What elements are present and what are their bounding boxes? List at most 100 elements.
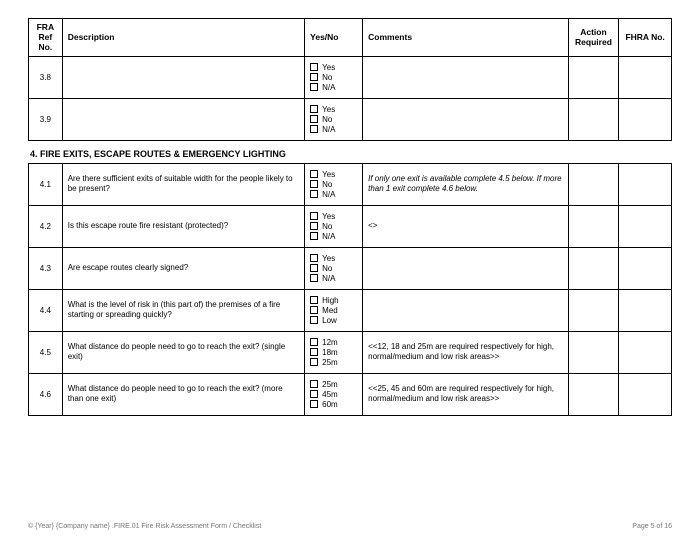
comments-cell[interactable] bbox=[363, 98, 569, 140]
checkbox-option[interactable]: N/A bbox=[310, 190, 357, 199]
fhra-cell[interactable] bbox=[619, 98, 672, 140]
checkbox-label: 12m bbox=[322, 338, 338, 347]
checkbox-option[interactable]: N/A bbox=[310, 232, 357, 241]
checkbox-icon bbox=[310, 212, 318, 220]
checkbox-option[interactable]: 60m bbox=[310, 400, 357, 409]
section4-title: 4. FIRE EXITS, ESCAPE ROUTES & EMERGENCY… bbox=[30, 149, 672, 159]
action-cell[interactable] bbox=[568, 205, 619, 247]
section4-table: 4.1Are there sufficient exits of suitabl… bbox=[28, 163, 672, 416]
checkbox-option[interactable]: Low bbox=[310, 316, 357, 325]
checkbox-option[interactable]: N/A bbox=[310, 125, 357, 134]
checkbox-icon bbox=[310, 380, 318, 388]
checkbox-option[interactable]: No bbox=[310, 264, 357, 273]
fhra-cell[interactable] bbox=[619, 163, 672, 205]
checkbox-label: High bbox=[322, 296, 338, 305]
options-cell: YesNoN/A bbox=[305, 205, 363, 247]
checkbox-option[interactable]: No bbox=[310, 73, 357, 82]
checkbox-option[interactable]: 25m bbox=[310, 358, 357, 367]
desc-cell bbox=[62, 56, 304, 98]
table-row: 3.9 YesNoN/A bbox=[29, 98, 672, 140]
fhra-cell[interactable] bbox=[619, 373, 672, 415]
checkbox-label: N/A bbox=[322, 232, 335, 241]
comments-cell[interactable]: <<12, 18 and 25m are required respective… bbox=[363, 331, 569, 373]
checkbox-icon bbox=[310, 306, 318, 314]
options-cell: 25m45m60m bbox=[305, 373, 363, 415]
fhra-cell[interactable] bbox=[619, 247, 672, 289]
checkbox-option[interactable]: 18m bbox=[310, 348, 357, 357]
action-cell[interactable] bbox=[568, 163, 619, 205]
checkbox-icon bbox=[310, 83, 318, 91]
options-cell: YesNoN/A bbox=[305, 247, 363, 289]
checkbox-option[interactable]: 45m bbox=[310, 390, 357, 399]
checkbox-option[interactable]: 12m bbox=[310, 338, 357, 347]
ref-cell: 4.3 bbox=[29, 247, 63, 289]
checkbox-option[interactable]: No bbox=[310, 180, 357, 189]
checkbox-icon bbox=[310, 105, 318, 113]
checkbox-icon bbox=[310, 115, 318, 123]
fhra-cell[interactable] bbox=[619, 289, 672, 331]
checkbox-icon bbox=[310, 390, 318, 398]
footer-right: Page 5 of 16 bbox=[632, 523, 672, 530]
action-cell[interactable] bbox=[568, 373, 619, 415]
checkbox-label: 60m bbox=[322, 400, 338, 409]
checkbox-option[interactable]: N/A bbox=[310, 274, 357, 283]
top-table: FRA Ref No. Description Yes/No Comments … bbox=[28, 18, 672, 141]
checkbox-option[interactable]: Yes bbox=[310, 63, 357, 72]
comments-cell[interactable] bbox=[363, 56, 569, 98]
checkbox-label: 18m bbox=[322, 348, 338, 357]
checkbox-option[interactable]: Med bbox=[310, 306, 357, 315]
checkbox-label: N/A bbox=[322, 125, 335, 134]
checkbox-label: N/A bbox=[322, 190, 335, 199]
checkbox-icon bbox=[310, 348, 318, 356]
checkbox-option[interactable]: Yes bbox=[310, 105, 357, 114]
checkbox-option[interactable]: High bbox=[310, 296, 357, 305]
options-cell: YesNoN/A bbox=[305, 56, 363, 98]
checkbox-icon bbox=[310, 254, 318, 262]
header-fhra: FHRA No. bbox=[619, 19, 672, 57]
page-footer: © {Year} {Company name} .FIRE.01 Fire Ri… bbox=[28, 523, 672, 530]
checkbox-label: Yes bbox=[322, 105, 335, 114]
table-row: 4.3Are escape routes clearly signed?YesN… bbox=[29, 247, 672, 289]
checkbox-option[interactable]: No bbox=[310, 222, 357, 231]
action-cell[interactable] bbox=[568, 289, 619, 331]
fhra-cell[interactable] bbox=[619, 331, 672, 373]
checkbox-label: No bbox=[322, 222, 332, 231]
checkbox-icon bbox=[310, 316, 318, 324]
fhra-cell[interactable] bbox=[619, 56, 672, 98]
checkbox-option[interactable]: No bbox=[310, 115, 357, 124]
checkbox-option[interactable]: Yes bbox=[310, 254, 357, 263]
ref-cell: 3.9 bbox=[29, 98, 63, 140]
checkbox-icon bbox=[310, 190, 318, 198]
checkbox-icon bbox=[310, 264, 318, 272]
comments-cell[interactable] bbox=[363, 289, 569, 331]
action-cell[interactable] bbox=[568, 56, 619, 98]
header-com: Comments bbox=[363, 19, 569, 57]
comments-cell[interactable] bbox=[363, 247, 569, 289]
comments-cell[interactable]: <> bbox=[363, 205, 569, 247]
desc-cell: What is the level of risk in (this part … bbox=[62, 289, 304, 331]
table-row: 4.6What distance do people need to go to… bbox=[29, 373, 672, 415]
action-cell[interactable] bbox=[568, 331, 619, 373]
checkbox-label: 25m bbox=[322, 358, 338, 367]
action-cell[interactable] bbox=[568, 98, 619, 140]
header-act: Action Required bbox=[568, 19, 619, 57]
comments-cell[interactable]: If only one exit is available complete 4… bbox=[363, 163, 569, 205]
fhra-cell[interactable] bbox=[619, 205, 672, 247]
checkbox-label: Yes bbox=[322, 170, 335, 179]
checkbox-icon bbox=[310, 274, 318, 282]
checkbox-option[interactable]: 25m bbox=[310, 380, 357, 389]
action-cell[interactable] bbox=[568, 247, 619, 289]
checkbox-icon bbox=[310, 125, 318, 133]
checkbox-option[interactable]: Yes bbox=[310, 170, 357, 179]
checkbox-label: N/A bbox=[322, 274, 335, 283]
checkbox-icon bbox=[310, 222, 318, 230]
checkbox-option[interactable]: N/A bbox=[310, 83, 357, 92]
comments-cell[interactable]: <<25, 45 and 60m are required respective… bbox=[363, 373, 569, 415]
checkbox-label: No bbox=[322, 115, 332, 124]
checkbox-icon bbox=[310, 180, 318, 188]
checkbox-icon bbox=[310, 63, 318, 71]
header-ref: FRA Ref No. bbox=[29, 19, 63, 57]
footer-left: © {Year} {Company name} .FIRE.01 Fire Ri… bbox=[28, 523, 261, 530]
checkbox-option[interactable]: Yes bbox=[310, 212, 357, 221]
checkbox-label: N/A bbox=[322, 83, 335, 92]
